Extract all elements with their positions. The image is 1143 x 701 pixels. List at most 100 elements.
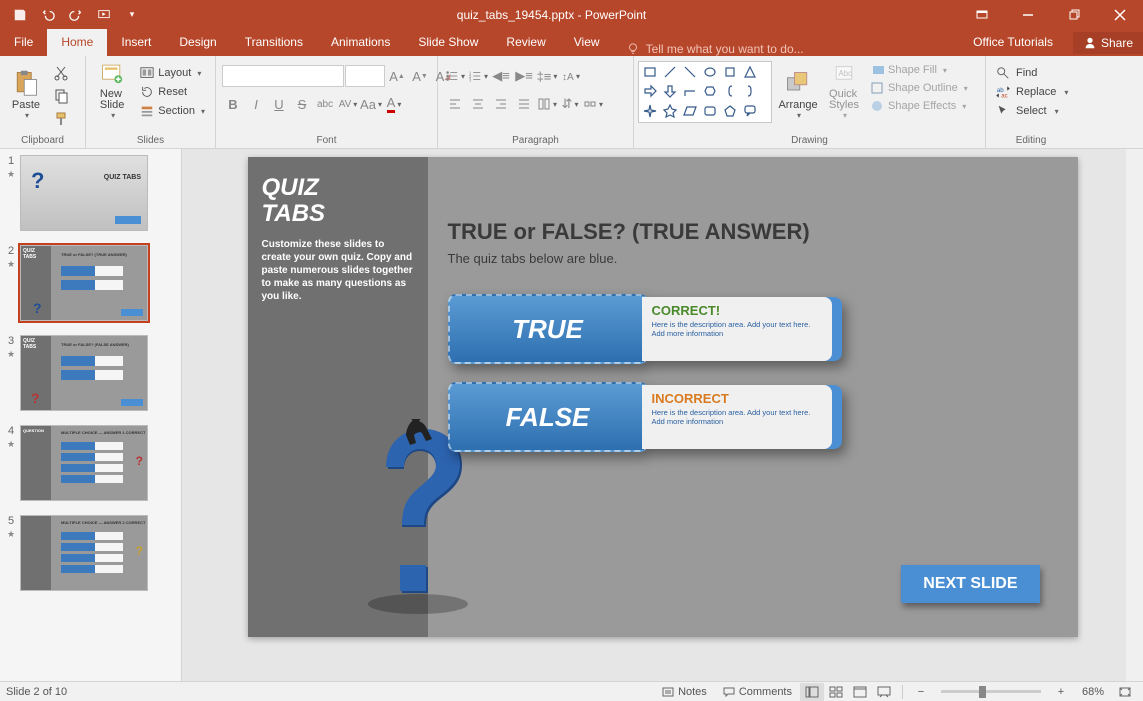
tab-view[interactable]: View (560, 29, 614, 56)
shape-line[interactable] (661, 64, 679, 80)
start-from-beginning-button[interactable] (92, 3, 116, 27)
shape-triangle[interactable] (741, 64, 759, 80)
zoom-level[interactable]: 68% (1073, 686, 1113, 698)
normal-view-button[interactable] (800, 683, 824, 701)
shape-arrow-r[interactable] (641, 83, 659, 99)
zoom-slider[interactable] (941, 690, 1041, 693)
canvas-scrollbar[interactable] (1126, 149, 1143, 681)
align-center-button[interactable] (467, 93, 489, 115)
reset-button[interactable]: Reset (136, 83, 209, 101)
tab-review[interactable]: Review (492, 29, 559, 56)
shape-callout[interactable] (741, 103, 759, 119)
shape-outline-button[interactable]: Shape Outline▾ (868, 79, 970, 97)
shape-hex[interactable] (701, 83, 719, 99)
slideshow-view-button[interactable] (872, 683, 896, 701)
columns-button[interactable]: ▾ (536, 93, 558, 115)
find-button[interactable]: Find (990, 64, 1043, 82)
character-spacing-button[interactable]: AV▾ (337, 93, 359, 115)
decrease-indent-button[interactable]: ◀≡ (490, 65, 512, 87)
thumbnail-3[interactable]: QUIZTABS TRUE or FALSE? (FALSE ANSWER) ? (20, 335, 148, 411)
shapes-gallery[interactable] (638, 61, 772, 123)
ribbon-display-button[interactable] (959, 1, 1005, 29)
justify-button[interactable] (513, 93, 535, 115)
thumbnail-5[interactable]: MULTIPLE CHOICE — ANSWER 2 CORRECT ? (20, 515, 148, 591)
text-direction-button[interactable]: ↕A▾ (559, 65, 581, 87)
numbering-button[interactable]: 123▾ (467, 65, 489, 87)
tab-insert[interactable]: Insert (107, 29, 165, 56)
tab-transitions[interactable]: Transitions (231, 29, 317, 56)
share-button[interactable]: Share (1073, 32, 1143, 54)
shape-parallelogram[interactable] (681, 103, 699, 119)
slide-canvas-area[interactable]: QUIZTABS Customize these slides to creat… (182, 149, 1143, 681)
italic-button[interactable]: I (245, 93, 267, 115)
thumbnail-4[interactable]: QUESTION MULTIPLE CHOICE — ANSWER 1 CORR… (20, 425, 148, 501)
smartart-button[interactable]: ▾ (582, 93, 604, 115)
quick-styles-button[interactable]: Abc Quick Styles ▾ (822, 58, 866, 124)
font-size-select[interactable] (345, 65, 385, 87)
copy-button[interactable] (50, 85, 72, 107)
file-tab[interactable]: File (0, 29, 47, 56)
tab-design[interactable]: Design (165, 29, 230, 56)
arrange-button[interactable]: Arrange ▾ (774, 58, 822, 124)
shape-elbow[interactable] (681, 83, 699, 99)
section-button[interactable]: Section▾ (136, 102, 209, 120)
text-shadow-button[interactable]: abc (314, 93, 336, 115)
thumbnail-1[interactable]: ? QUIZ TABS (20, 155, 148, 231)
shape-oval[interactable] (701, 64, 719, 80)
bullets-button[interactable]: ▾ (444, 65, 466, 87)
zoom-in-button[interactable]: + (1049, 683, 1073, 701)
shape-arrow-d[interactable] (661, 83, 679, 99)
minimize-button[interactable] (1005, 1, 1051, 29)
fit-to-window-button[interactable] (1113, 683, 1137, 701)
shape-round-rect[interactable] (701, 103, 719, 119)
undo-button[interactable] (36, 3, 60, 27)
reading-view-button[interactable] (848, 683, 872, 701)
slide[interactable]: QUIZTABS Customize these slides to creat… (248, 157, 1078, 637)
align-right-button[interactable] (490, 93, 512, 115)
shape-star4[interactable] (641, 103, 659, 119)
underline-button[interactable]: U (268, 93, 290, 115)
comments-button[interactable]: Comments (715, 686, 800, 698)
redo-button[interactable] (64, 3, 88, 27)
close-button[interactable] (1097, 1, 1143, 29)
align-left-button[interactable] (444, 93, 466, 115)
line-spacing-button[interactable]: ‡≡▾ (536, 65, 558, 87)
zoom-out-button[interactable]: − (909, 683, 933, 701)
layout-button[interactable]: Layout▾ (136, 64, 209, 82)
qat-customize-button[interactable]: ▾ (120, 3, 144, 27)
tell-me-search[interactable]: Tell me what you want to do... (614, 42, 960, 56)
restore-button[interactable] (1051, 1, 1097, 29)
new-slide-button[interactable]: New Slide ▾ (90, 58, 134, 124)
paste-button[interactable]: Paste ▾ (4, 58, 48, 124)
shape-fill-button[interactable]: Shape Fill▾ (868, 61, 970, 79)
thumbnail-2[interactable]: QUIZTABS TRUE or FALSE? (TRUE ANSWER) ? (20, 245, 148, 321)
increase-indent-button[interactable]: ▶≡ (513, 65, 535, 87)
tab-animations[interactable]: Animations (317, 29, 404, 56)
tab-slide-show[interactable]: Slide Show (404, 29, 492, 56)
shape-rbrace[interactable] (741, 83, 759, 99)
strikethrough-button[interactable]: S (291, 93, 313, 115)
decrease-font-button[interactable]: A▼ (409, 65, 431, 87)
increase-font-button[interactable]: A▲ (386, 65, 408, 87)
shape-line2[interactable] (681, 64, 699, 80)
format-painter-button[interactable] (50, 108, 72, 130)
next-slide-button[interactable]: NEXT SLIDE (901, 565, 1039, 603)
shape-rect[interactable] (641, 64, 659, 80)
slide-sorter-button[interactable] (824, 683, 848, 701)
notes-button[interactable]: Notes (654, 686, 715, 698)
shape-lbrace[interactable] (721, 83, 739, 99)
shape-pentagon[interactable] (721, 103, 739, 119)
shape-square[interactable] (721, 64, 739, 80)
save-button[interactable] (8, 3, 32, 27)
font-color-button[interactable]: A▾ (383, 93, 405, 115)
cut-button[interactable] (50, 62, 72, 84)
tab-home[interactable]: Home (47, 29, 107, 56)
font-family-select[interactable] (222, 65, 344, 87)
replace-button[interactable]: abacReplace▾ (990, 83, 1074, 101)
bold-button[interactable]: B (222, 93, 244, 115)
shape-effects-button[interactable]: Shape Effects▾ (868, 97, 970, 115)
align-text-button[interactable]: ⇵▾ (559, 93, 581, 115)
office-tutorials-link[interactable]: Office Tutorials (959, 29, 1067, 56)
shape-star5[interactable] (661, 103, 679, 119)
change-case-button[interactable]: Aa▾ (360, 93, 382, 115)
